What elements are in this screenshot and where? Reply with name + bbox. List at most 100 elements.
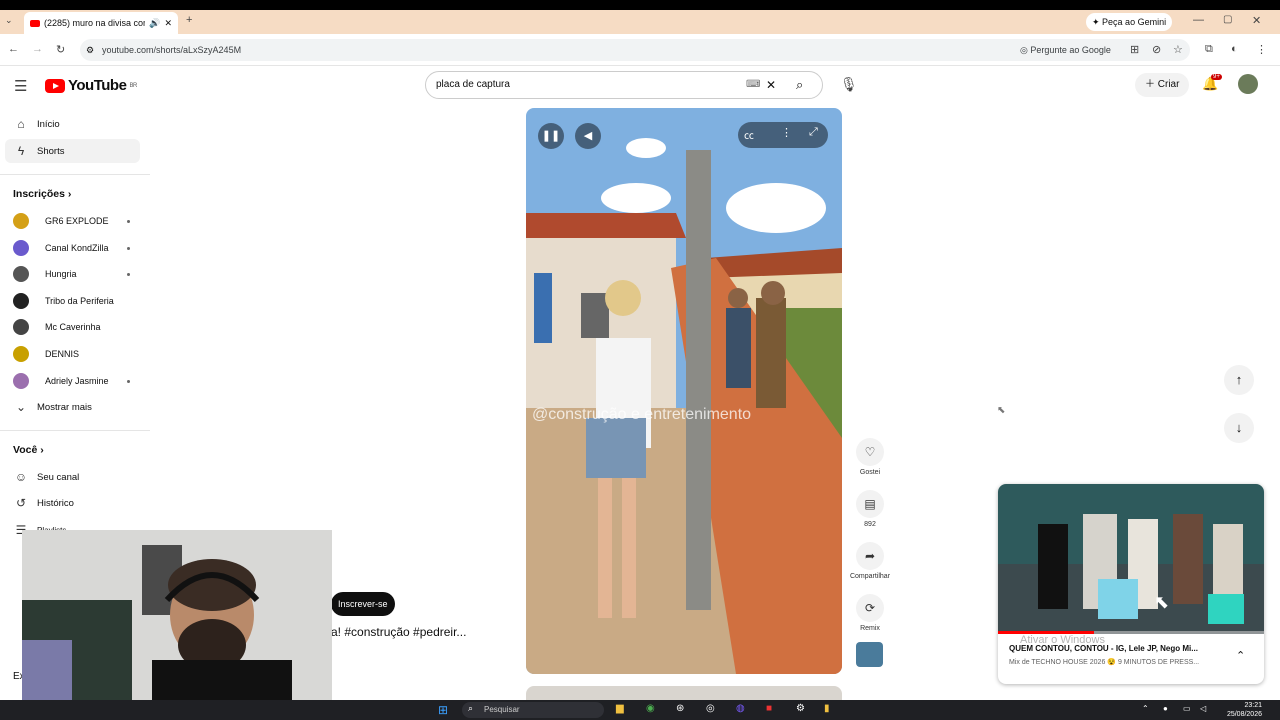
eye-off-icon[interactable]: ⊘ [1152,43,1161,56]
clock-date: 25/08/2026 [1226,711,1262,718]
subscriptions-heading[interactable]: Inscrições › [13,188,71,200]
tab-list-icon[interactable]: ⌄ [5,15,13,26]
clear-search-icon[interactable]: ✕ [766,72,776,98]
expand-chevron-icon[interactable]: ⌃ [1236,649,1245,662]
next-short-button[interactable]: ↓ [1224,413,1254,443]
subscription-item[interactable]: Hungria [13,264,143,284]
browser-menu-icon[interactable]: ⋮ [1256,43,1267,56]
short-video-player[interactable]: ❚❚ ◀ ㏄ ⋮ ⤢ @construção e entretenimento [526,108,842,674]
ask-google-button[interactable]: ◎ Pergunte ao Google [1020,45,1111,56]
subscribe-button[interactable]: Inscrever-se [331,592,395,616]
forward-icon[interactable]: → [32,43,43,55]
you-heading[interactable]: Você › [13,444,44,456]
site-info-icon[interactable]: ⚙ [86,45,94,56]
avatar[interactable] [1238,74,1258,94]
network-icon[interactable]: ▭ [1183,704,1191,713]
screen-top-edge [0,0,1280,10]
file-explorer-icon[interactable]: ▆ [616,703,624,714]
channel-name: Canal KondZilla [45,243,109,253]
webcam-feed [22,530,332,704]
captions-icon[interactable]: ㏄ [744,127,754,142]
tray-chevron-icon[interactable]: ⌃ [1142,704,1149,713]
search-input[interactable]: placa de captura ⌨ ✕ ⌕ [425,71,823,99]
recorder-icon[interactable]: ■ [766,703,772,714]
sidebar-item-your-channel[interactable]: ☺ Seu canal [5,465,140,489]
clock[interactable]: 23:21 25/08/2026 [1222,701,1262,719]
app-icon[interactable]: ▮ [824,703,830,714]
channel-name: Hungria [45,269,77,279]
subscription-item[interactable]: DENNIS [13,344,143,364]
gemini-button[interactable]: ✦ Peça ao Gemini [1086,13,1173,31]
next-short-preview[interactable] [526,686,842,700]
sidebar-item-history[interactable]: ↺ Histórico [5,491,140,515]
like-label: Gostei [859,469,881,476]
sidebar-item-home[interactable]: ⌂ Início [5,112,140,136]
minimize-icon[interactable]: — [1193,14,1204,26]
channel-avatar [13,373,29,389]
search-icon[interactable]: ⌕ [796,72,803,98]
sidebar-item-label: Seu canal [37,471,80,483]
reload-icon[interactable]: ↻ [56,43,65,56]
mini-player-thumbnail [998,484,1264,634]
create-button[interactable]: ＋ Criar [1135,73,1190,97]
share-label: Compartilhar [849,573,891,580]
chrome-icon[interactable]: ◉ [646,703,655,714]
channel-avatar [13,240,29,256]
back-icon[interactable]: ← [8,43,19,55]
subscription-item[interactable]: GR6 EXPLODE [13,211,143,231]
divider [0,430,150,431]
divider [0,174,150,175]
previous-short-button[interactable]: ↑ [1224,365,1254,395]
subscriptions-title: Inscrições [13,188,65,200]
pause-icon[interactable]: ❚❚ [538,123,564,149]
extension-icon[interactable]: ⊞ [1130,43,1139,56]
youtube-logo[interactable]: YouTube BR [45,77,137,94]
channel-avatar [13,319,29,335]
taskbar-search-placeholder: Pesquisar [484,705,520,714]
comment-icon: ▤ [856,490,884,518]
app-icon[interactable]: ◎ [706,703,715,714]
share-button[interactable]: ➦ Compartilhar [846,542,894,580]
extensions-icon[interactable]: ⧉ [1205,43,1213,56]
windows-start-icon[interactable]: ⊞ [438,703,448,717]
subscription-item[interactable]: Canal KondZilla [13,238,143,258]
show-more-button[interactable]: ⌄ Mostrar mais [5,395,140,419]
sidebar-item-shorts[interactable]: ϟ Shorts [5,139,140,163]
user-icon: ☺ [14,470,28,484]
settings-icon[interactable]: ⚙ [796,703,805,714]
tab-close-icon[interactable]: ✕ [164,18,172,29]
new-tab-icon[interactable]: + [186,14,192,26]
close-window-icon[interactable]: ✕ [1252,14,1261,27]
remix-icon: ⟳ [856,594,884,622]
volume-icon[interactable]: ◀ [575,123,601,149]
mini-player[interactable]: Ativar o Windows QUEM CONTOU, CONTOU - I… [998,484,1264,684]
subscription-item[interactable]: Tribo da Periferia [13,291,143,311]
maximize-icon[interactable]: ▢ [1223,14,1232,25]
profile-icon[interactable]: ◐ [1231,43,1238,55]
tray-mic-icon[interactable]: ● [1163,704,1168,713]
channel-avatar [13,213,29,229]
comments-button[interactable]: ▤ 892 [846,490,894,528]
browser-tab[interactable]: (2285) muro na divisa com 🔊 ✕ [24,12,178,34]
bookmark-star-icon[interactable]: ☆ [1173,43,1183,56]
keyboard-icon[interactable]: ⌨ [746,72,760,98]
remix-button[interactable]: ⟳ Remix [846,594,894,632]
mic-icon[interactable]: 🎙 [840,76,858,93]
subscription-item[interactable]: Mc Caverinha [13,317,143,337]
chevron-right-icon: › [67,188,72,200]
ask-google-label: Pergunte ao Google [1030,45,1111,55]
more-options-icon[interactable]: ⋮ [781,126,792,139]
gemini-button-label: Peça ao Gemini [1102,17,1167,27]
youtube-logo-text: YouTube [68,77,127,94]
subscription-item[interactable]: Adriely Jasmine [13,371,143,391]
discord-icon[interactable]: ◍ [736,703,745,714]
steam-icon[interactable]: ⊛ [676,703,684,714]
sidebar-item-label: Início [37,118,60,130]
hamburger-menu-icon[interactable]: ☰ [14,77,27,95]
audio-icon[interactable]: 🔊 [149,18,160,29]
like-button[interactable]: ♡ Gostei [846,438,894,476]
fullscreen-icon[interactable]: ⤢ [809,126,818,139]
taskbar-search[interactable]: Pesquisar [462,702,604,718]
speaker-icon[interactable]: ◁ [1200,704,1206,713]
sound-thumbnail[interactable] [856,642,883,667]
